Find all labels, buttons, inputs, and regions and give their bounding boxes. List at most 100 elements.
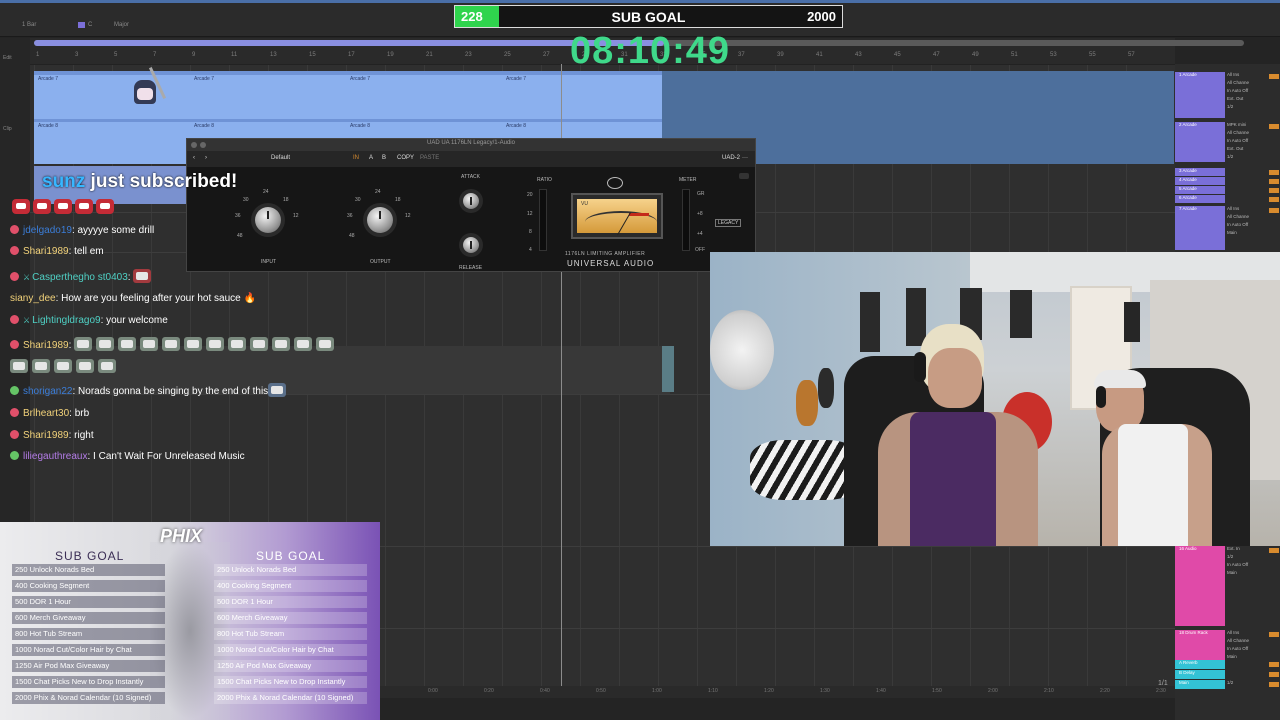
track-activator-button[interactable] bbox=[1269, 208, 1279, 213]
mixer-track-name[interactable]: Main bbox=[1175, 680, 1225, 689]
mixer-io-setting[interactable]: All Channe bbox=[1227, 638, 1267, 643]
mixer-track-name[interactable]: B Delay bbox=[1175, 670, 1225, 679]
input-knob[interactable] bbox=[255, 207, 281, 233]
mixer-io-setting[interactable]: All Ins bbox=[1227, 206, 1267, 211]
chat-text: : tell em bbox=[68, 246, 104, 257]
chat-text: : bbox=[127, 272, 131, 283]
mixer-io-setting[interactable]: Ext. Out bbox=[1227, 96, 1267, 101]
ruler-bar-number: 19 bbox=[387, 52, 394, 58]
mixer-io-setting[interactable]: 1/2 bbox=[1227, 680, 1267, 685]
scale-label: 36 bbox=[347, 213, 353, 219]
mixer-io-setting[interactable]: Ext. In bbox=[1227, 546, 1267, 551]
mixer-io-setting[interactable]: In Auto Off bbox=[1227, 88, 1267, 93]
mixer-io-setting[interactable]: Main bbox=[1227, 570, 1267, 575]
chat-text: : Norads gonna be singing by the end of … bbox=[72, 386, 269, 397]
ratio-12-button[interactable]: 12 bbox=[527, 211, 533, 217]
chat-username: Shari1989 bbox=[23, 246, 69, 257]
mixer-track-name[interactable]: 18 Drum Rack bbox=[1175, 630, 1225, 660]
track-activator-button[interactable] bbox=[1269, 632, 1279, 637]
mixer-track-name[interactable]: 1 Arcade bbox=[1175, 72, 1225, 118]
track-activator-button[interactable] bbox=[1269, 548, 1279, 553]
mixer-io-setting[interactable]: 1/2 bbox=[1227, 104, 1267, 109]
mixer-io-setting[interactable]: All Ins bbox=[1227, 72, 1267, 77]
mixer-io-setting[interactable]: All Channe bbox=[1227, 130, 1267, 135]
plugin-window[interactable]: UAD UA 1176LN Legacy/1-Audio ‹ › Default… bbox=[186, 138, 756, 272]
clip-label[interactable]: Clip bbox=[3, 126, 12, 132]
mixer-track-name[interactable]: A Reverb bbox=[1175, 660, 1225, 669]
mixer-io-setting[interactable]: In Auto Off bbox=[1227, 222, 1267, 227]
emote-icon bbox=[76, 359, 94, 373]
mixer-track-name[interactable]: 3 Arcade bbox=[1175, 168, 1225, 176]
scale-label[interactable]: Major bbox=[114, 22, 129, 28]
mixer-track-name[interactable]: 5 Arcade bbox=[1175, 186, 1225, 194]
track-activator-button[interactable] bbox=[1269, 682, 1279, 687]
mixer-io-setting[interactable]: In Auto Off bbox=[1227, 138, 1267, 143]
release-knob[interactable] bbox=[463, 237, 479, 253]
ratio-8-button[interactable]: 8 bbox=[529, 229, 532, 235]
subscriber-badge-icon bbox=[10, 315, 19, 324]
mixer-io-setting[interactable]: In Auto Off bbox=[1227, 562, 1267, 567]
b-slot-button[interactable]: B bbox=[382, 155, 386, 161]
track-activator-button[interactable] bbox=[1269, 179, 1279, 184]
mixer-io-setting[interactable]: 1/2 bbox=[1227, 554, 1267, 559]
track-activator-button[interactable] bbox=[1269, 74, 1279, 79]
emote-icon bbox=[162, 337, 181, 351]
mixer-io-setting[interactable]: 1/2 bbox=[1227, 154, 1267, 159]
power-switch-icon[interactable] bbox=[739, 173, 749, 179]
emote-icon bbox=[184, 337, 203, 351]
meter-plus4-option[interactable]: +4 bbox=[697, 231, 703, 237]
input-toggle-button[interactable]: IN bbox=[353, 155, 359, 161]
paste-button[interactable]: PASTE bbox=[420, 155, 439, 161]
emote-icon bbox=[74, 337, 93, 351]
track-activator-button[interactable] bbox=[1269, 188, 1279, 193]
prev-preset-icon[interactable]: ‹ bbox=[193, 155, 195, 161]
sub-goals-panel: PHIX SUB GOAL SUB GOAL 250 Unlock Norads… bbox=[0, 522, 380, 720]
meter-selector[interactable] bbox=[682, 189, 690, 251]
time-ruler-bottom[interactable]: 0:00 0:20 0:40 0:50 1:00 1:10 1:20 1:30 1:40 1:50… bbox=[380, 686, 1175, 698]
track-activator-button[interactable] bbox=[1269, 197, 1279, 202]
ratio-4-button[interactable]: 4 bbox=[529, 247, 532, 253]
ratio-20-button[interactable]: 20 bbox=[527, 192, 533, 198]
emote-icon bbox=[98, 359, 116, 373]
attack-knob[interactable] bbox=[463, 193, 479, 209]
mixer-io-setting[interactable]: All Channe bbox=[1227, 80, 1267, 85]
mixer-io-setting[interactable]: MPK mini bbox=[1227, 122, 1267, 127]
track-activator-button[interactable] bbox=[1269, 662, 1279, 667]
edit-label[interactable]: Edit bbox=[3, 55, 12, 61]
sub-goal-item: 400 Cooking Segment bbox=[214, 580, 367, 592]
meter-off-option[interactable]: OFF bbox=[695, 247, 705, 253]
ruler-bar-number: 25 bbox=[504, 52, 511, 58]
mixer-track-name[interactable]: 6 Arcade bbox=[1175, 195, 1225, 203]
output-knob[interactable] bbox=[367, 207, 393, 233]
scale-label: 30 bbox=[243, 197, 249, 203]
a-slot-button[interactable]: A bbox=[369, 155, 373, 161]
copy-button[interactable]: COPY bbox=[397, 155, 414, 161]
key-label[interactable]: C bbox=[88, 22, 92, 28]
next-preset-icon[interactable]: › bbox=[205, 155, 207, 161]
mixer-io-setting[interactable]: All Ins bbox=[1227, 630, 1267, 635]
mixer-io-setting[interactable]: Main bbox=[1227, 230, 1267, 235]
sub-goal-item: 400 Cooking Segment bbox=[12, 580, 165, 592]
mixer-io-setting[interactable]: Main bbox=[1227, 654, 1267, 659]
ratio-selector[interactable] bbox=[539, 189, 547, 251]
track-activator-button[interactable] bbox=[1269, 170, 1279, 175]
meter-plus8-option[interactable]: +8 bbox=[697, 211, 703, 217]
mixer-track-name[interactable]: 16 Audio bbox=[1175, 546, 1225, 626]
mixer-track-name[interactable]: 2 Arcade bbox=[1175, 122, 1225, 162]
mixer-track-name[interactable]: 7 Arcade bbox=[1175, 206, 1225, 250]
chat-message: siany_dee: How are you feeling after you… bbox=[10, 293, 256, 304]
scale-label: 24 bbox=[375, 189, 381, 195]
track-activator-button[interactable] bbox=[1269, 672, 1279, 677]
mixer-track-name[interactable]: 4 Arcade bbox=[1175, 177, 1225, 185]
quantize-label[interactable]: 1 Bar bbox=[22, 22, 36, 28]
track-activator-button[interactable] bbox=[1269, 124, 1279, 129]
mixer-io-setting[interactable]: Ext. Out bbox=[1227, 146, 1267, 151]
scale-toggle-icon[interactable] bbox=[78, 22, 85, 28]
mixer-io-setting[interactable]: In Auto Off bbox=[1227, 646, 1267, 651]
plugin-titlebar[interactable]: UAD UA 1176LN Legacy/1-Audio bbox=[187, 139, 755, 151]
preset-selector[interactable]: Default bbox=[271, 155, 290, 161]
meter-gr-option[interactable]: GR bbox=[697, 191, 705, 197]
audio-clip[interactable] bbox=[662, 346, 674, 392]
mixer-io-setting[interactable]: All Channe bbox=[1227, 214, 1267, 219]
more-options-icon[interactable]: ··· bbox=[742, 155, 748, 161]
